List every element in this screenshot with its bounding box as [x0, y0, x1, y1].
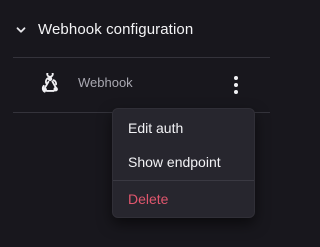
menu-item-label: Edit auth — [128, 120, 184, 136]
menu-divider — [113, 180, 254, 181]
section-header-webhook-configuration[interactable]: Webhook configuration — [0, 14, 281, 48]
webhook-row: Webhook — [13, 58, 270, 112]
menu-item-show-endpoint[interactable]: Show endpoint — [113, 145, 254, 179]
section-title: Webhook configuration — [38, 21, 194, 38]
webhook-label: Webhook — [78, 75, 133, 90]
menu-item-label: Delete — [128, 191, 169, 207]
chevron-down-icon[interactable] — [15, 24, 27, 36]
menu-item-delete[interactable]: Delete — [113, 182, 254, 216]
kebab-dot — [234, 83, 238, 87]
kebab-dot — [234, 76, 238, 80]
webhook-context-menu: Edit auth Show endpoint Delete — [112, 108, 255, 218]
kebab-dot — [234, 90, 238, 94]
menu-item-edit-auth[interactable]: Edit auth — [113, 111, 254, 145]
kebab-menu-icon[interactable] — [226, 73, 246, 97]
menu-item-label: Show endpoint — [128, 154, 221, 170]
webhook-icon — [41, 73, 58, 93]
